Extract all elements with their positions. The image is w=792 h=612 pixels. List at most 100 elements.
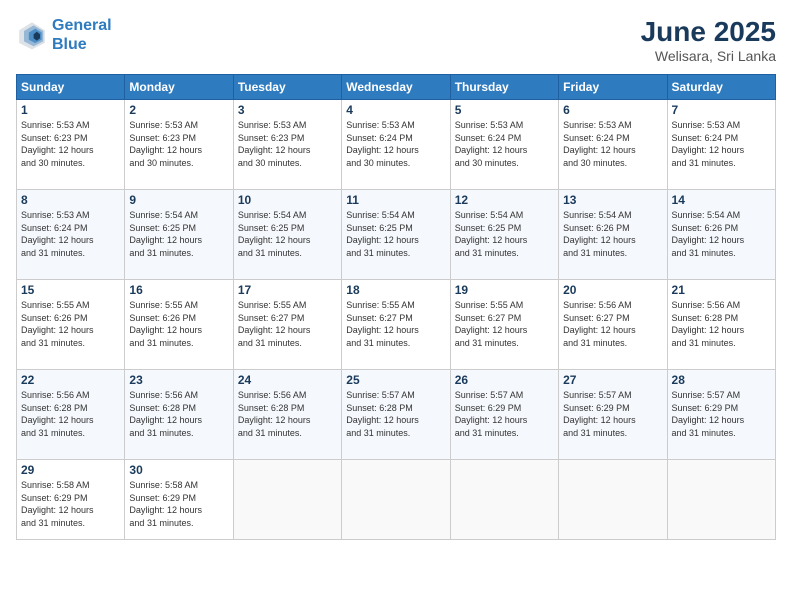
day-number: 25 <box>346 373 445 387</box>
day-info: Sunrise: 5:56 AMSunset: 6:28 PMDaylight:… <box>129 389 228 439</box>
day-info: Sunrise: 5:56 AMSunset: 6:28 PMDaylight:… <box>21 389 120 439</box>
day-number: 22 <box>21 373 120 387</box>
day-number: 9 <box>129 193 228 207</box>
day-info: Sunrise: 5:53 AMSunset: 6:24 PMDaylight:… <box>346 119 445 169</box>
day-number: 11 <box>346 193 445 207</box>
header-tuesday: Tuesday <box>233 75 341 100</box>
table-row: 4 Sunrise: 5:53 AMSunset: 6:24 PMDaylight… <box>342 100 450 190</box>
day-number: 10 <box>238 193 337 207</box>
table-row: 16 Sunrise: 5:55 AMSunset: 6:26 PMDayligh… <box>125 280 233 370</box>
header-friday: Friday <box>559 75 667 100</box>
table-row: 6 Sunrise: 5:53 AMSunset: 6:24 PMDaylight… <box>559 100 667 190</box>
day-number: 16 <box>129 283 228 297</box>
table-row: 7Sunrise: 5:53 AMSunset: 6:24 PMDaylight… <box>667 100 775 190</box>
table-row: 27 Sunrise: 5:57 AMSunset: 6:29 PMDayligh… <box>559 370 667 460</box>
day-number: 5 <box>455 103 554 117</box>
table-row <box>450 460 558 540</box>
table-row: 17 Sunrise: 5:55 AMSunset: 6:27 PMDayligh… <box>233 280 341 370</box>
table-row: 2 Sunrise: 5:53 AMSunset: 6:23 PMDaylight… <box>125 100 233 190</box>
table-row: 24Sunrise: 5:56 AMSunset: 6:28 PMDayligh… <box>233 370 341 460</box>
day-number: 12 <box>455 193 554 207</box>
table-row: 19Sunrise: 5:55 AMSunset: 6:27 PMDayligh… <box>450 280 558 370</box>
day-info: Sunrise: 5:53 AMSunset: 6:23 PMDaylight:… <box>129 119 228 169</box>
table-row: 15 Sunrise: 5:55 AMSunset: 6:26 PMDayligh… <box>17 280 125 370</box>
table-row: 13 Sunrise: 5:54 AMSunset: 6:26 PMDayligh… <box>559 190 667 280</box>
table-row: 22 Sunrise: 5:56 AMSunset: 6:28 PMDayligh… <box>17 370 125 460</box>
day-number: 18 <box>346 283 445 297</box>
day-info: Sunrise: 5:53 AMSunset: 6:24 PMDaylight:… <box>21 209 120 259</box>
day-number: 1 <box>21 103 120 117</box>
calendar-row: 22 Sunrise: 5:56 AMSunset: 6:28 PMDayligh… <box>17 370 776 460</box>
logo: General Blue <box>16 16 112 54</box>
logo-text: General Blue <box>52 16 112 54</box>
day-info: Sunrise: 5:55 AMSunset: 6:26 PMDaylight:… <box>21 299 120 349</box>
day-number: 2 <box>129 103 228 117</box>
day-info: Sunrise: 5:53 AMSunset: 6:24 PMDaylight:… <box>455 119 554 169</box>
table-row: 11 Sunrise: 5:54 AMSunset: 6:25 PMDayligh… <box>342 190 450 280</box>
day-number: 3 <box>238 103 337 117</box>
table-row: 29Sunrise: 5:58 AMSunset: 6:29 PMDayligh… <box>17 460 125 540</box>
table-row: 25 Sunrise: 5:57 AMSunset: 6:28 PMDayligh… <box>342 370 450 460</box>
day-number: 13 <box>563 193 662 207</box>
day-info: Sunrise: 5:57 AMSunset: 6:28 PMDaylight:… <box>346 389 445 439</box>
header-row: Sunday Monday Tuesday Wednesday Thursday… <box>17 75 776 100</box>
table-row <box>667 460 775 540</box>
page: General Blue June 2025 Welisara, Sri Lan… <box>0 0 792 612</box>
table-row: 10 Sunrise: 5:54 AMSunset: 6:25 PMDayligh… <box>233 190 341 280</box>
calendar-table: Sunday Monday Tuesday Wednesday Thursday… <box>16 74 776 540</box>
day-info: Sunrise: 5:54 AMSunset: 6:26 PMDaylight:… <box>563 209 662 259</box>
table-row: 9 Sunrise: 5:54 AMSunset: 6:25 PMDaylight… <box>125 190 233 280</box>
table-row <box>342 460 450 540</box>
table-row: 3 Sunrise: 5:53 AMSunset: 6:23 PMDaylight… <box>233 100 341 190</box>
header-monday: Monday <box>125 75 233 100</box>
table-row: 20Sunrise: 5:56 AMSunset: 6:27 PMDayligh… <box>559 280 667 370</box>
header-saturday: Saturday <box>667 75 775 100</box>
table-row: 1 Sunrise: 5:53 AMSunset: 6:23 PMDaylight… <box>17 100 125 190</box>
day-number: 8 <box>21 193 120 207</box>
day-info: Sunrise: 5:54 AMSunset: 6:26 PMDaylight:… <box>672 209 771 259</box>
location: Welisara, Sri Lanka <box>641 48 776 64</box>
logo-line1: General <box>52 17 112 34</box>
header-thursday: Thursday <box>450 75 558 100</box>
table-row: 18 Sunrise: 5:55 AMSunset: 6:27 PMDayligh… <box>342 280 450 370</box>
table-row: 21Sunrise: 5:56 AMSunset: 6:28 PMDayligh… <box>667 280 775 370</box>
calendar-row: 1 Sunrise: 5:53 AMSunset: 6:23 PMDaylight… <box>17 100 776 190</box>
day-info: Sunrise: 5:57 AMSunset: 6:29 PMDaylight:… <box>563 389 662 439</box>
day-info: Sunrise: 5:54 AMSunset: 6:25 PMDaylight:… <box>455 209 554 259</box>
day-number: 14 <box>672 193 771 207</box>
logo-line2: Blue <box>52 36 87 53</box>
day-info: Sunrise: 5:54 AMSunset: 6:25 PMDaylight:… <box>129 209 228 259</box>
calendar-row: 29Sunrise: 5:58 AMSunset: 6:29 PMDayligh… <box>17 460 776 540</box>
day-info: Sunrise: 5:58 AMSunset: 6:29 PMDaylight:… <box>129 479 228 529</box>
day-number: 24 <box>238 373 337 387</box>
day-info: Sunrise: 5:55 AMSunset: 6:27 PMDaylight:… <box>346 299 445 349</box>
day-number: 27 <box>563 373 662 387</box>
day-number: 4 <box>346 103 445 117</box>
table-row: 26Sunrise: 5:57 AMSunset: 6:29 PMDayligh… <box>450 370 558 460</box>
day-info: Sunrise: 5:55 AMSunset: 6:27 PMDaylight:… <box>455 299 554 349</box>
day-number: 20 <box>563 283 662 297</box>
day-info: Sunrise: 5:54 AMSunset: 6:25 PMDaylight:… <box>346 209 445 259</box>
day-number: 15 <box>21 283 120 297</box>
day-info: Sunrise: 5:53 AMSunset: 6:24 PMDaylight:… <box>563 119 662 169</box>
logo-icon <box>16 19 48 51</box>
table-row: 8 Sunrise: 5:53 AMSunset: 6:24 PMDaylight… <box>17 190 125 280</box>
day-number: 7 <box>672 103 771 117</box>
table-row: 28Sunrise: 5:57 AMSunset: 6:29 PMDayligh… <box>667 370 775 460</box>
month-title: June 2025 <box>641 16 776 48</box>
day-number: 26 <box>455 373 554 387</box>
day-info: Sunrise: 5:57 AMSunset: 6:29 PMDaylight:… <box>672 389 771 439</box>
day-info: Sunrise: 5:53 AMSunset: 6:23 PMDaylight:… <box>238 119 337 169</box>
day-info: Sunrise: 5:53 AMSunset: 6:23 PMDaylight:… <box>21 119 120 169</box>
day-number: 17 <box>238 283 337 297</box>
day-info: Sunrise: 5:54 AMSunset: 6:25 PMDaylight:… <box>238 209 337 259</box>
day-info: Sunrise: 5:58 AMSunset: 6:29 PMDaylight:… <box>21 479 120 529</box>
day-info: Sunrise: 5:55 AMSunset: 6:26 PMDaylight:… <box>129 299 228 349</box>
day-info: Sunrise: 5:56 AMSunset: 6:28 PMDaylight:… <box>672 299 771 349</box>
title-section: June 2025 Welisara, Sri Lanka <box>641 16 776 64</box>
day-number: 6 <box>563 103 662 117</box>
table-row: 12 Sunrise: 5:54 AMSunset: 6:25 PMDayligh… <box>450 190 558 280</box>
day-info: Sunrise: 5:55 AMSunset: 6:27 PMDaylight:… <box>238 299 337 349</box>
table-row: 5 Sunrise: 5:53 AMSunset: 6:24 PMDaylight… <box>450 100 558 190</box>
table-row: 30Sunrise: 5:58 AMSunset: 6:29 PMDayligh… <box>125 460 233 540</box>
